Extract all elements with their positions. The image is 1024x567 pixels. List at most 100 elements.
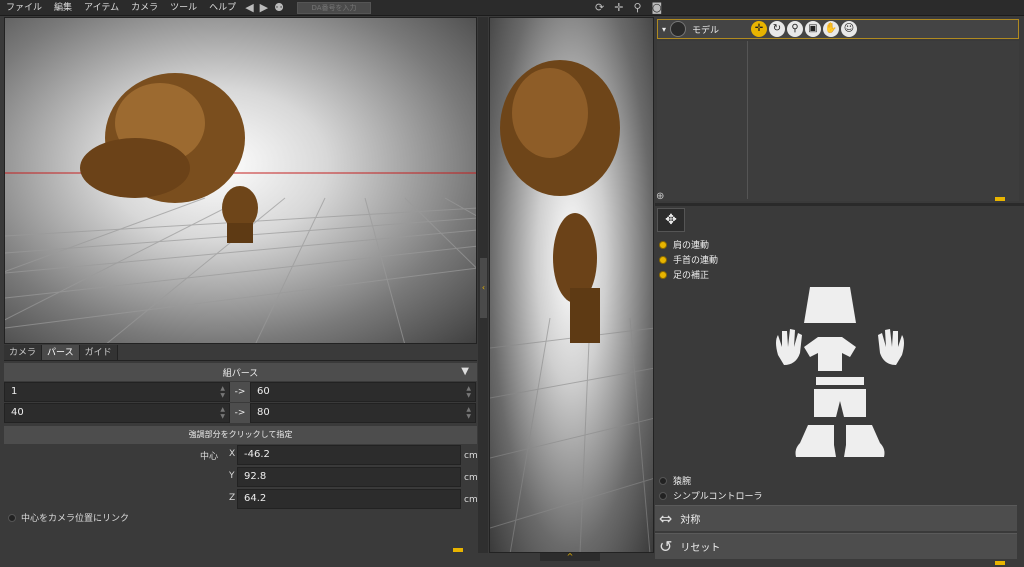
- model-type-icon: [670, 21, 687, 37]
- character-model-center: [500, 60, 620, 343]
- tree-resize-handle[interactable]: [995, 197, 1005, 201]
- wrist-radio[interactable]: [659, 255, 667, 264]
- expand-bottom-button[interactable]: ^: [540, 553, 600, 561]
- simple-controller-radio[interactable]: [659, 491, 667, 500]
- range-arrow: ->: [230, 382, 250, 402]
- menu-item[interactable]: アイテム: [78, 0, 125, 16]
- range-arrow: ->: [230, 403, 250, 423]
- shoulder-radio[interactable]: [659, 240, 667, 249]
- menu-tools[interactable]: ツール: [164, 0, 203, 16]
- perspective-dropdown-label: 組パース: [222, 368, 259, 379]
- coord-row-z: Z 64.2 cm: [4, 489, 478, 510]
- menu-bar: ファイル 編集 アイテム カメラ ツール ヘルプ ◀ ▶ ⚉ ⟳ ✛ ⚲ ◙: [0, 0, 1024, 16]
- pose-tool-icon[interactable]: ▣: [805, 21, 821, 37]
- symmetry-icon: ⇔: [659, 509, 673, 528]
- panel-divider: [655, 203, 1024, 206]
- axis-label-y: Y: [229, 471, 235, 481]
- perspective-dropdown[interactable]: 組パース ▼: [4, 363, 477, 381]
- body-part-selector[interactable]: [770, 285, 910, 475]
- range-from-field[interactable]: 1 ▲ ▼: [4, 382, 230, 402]
- panel-resize-handle[interactable]: [995, 561, 1005, 565]
- viewport-scene: [5, 73, 476, 343]
- camera-icon[interactable]: ◙: [649, 0, 666, 16]
- model-panel: ▾ モデル ✛ ↻ ⚲ ▣ ✋ ☺ ⊕ ✥ 肩の連動 手首の連動 足の補正 猿腕…: [655, 17, 1024, 567]
- range-row-2: 40 ▲ ▼ -> 80 ▲ ▼: [4, 403, 477, 423]
- move-icon[interactable]: ✛: [611, 0, 626, 16]
- link-camera-option[interactable]: 中心をカメラ位置にリンク: [8, 511, 129, 524]
- range-from-field[interactable]: 40 ▲ ▼: [4, 403, 230, 423]
- axis-label-x: X: [229, 449, 236, 459]
- settings-panel: カメラ パース ガイド 組パース ▼ 1 ▲ ▼ -> 60 ▲ ▼ 40 ▲ ▼ -> 8…: [4, 345, 478, 553]
- unit-label: cm: [464, 495, 478, 505]
- panel-resize-handle[interactable]: [453, 548, 463, 552]
- figure-tool-icon[interactable]: ☺: [841, 21, 857, 37]
- perspective-viewport[interactable]: [4, 17, 477, 344]
- center-y-field[interactable]: 92.8: [237, 467, 461, 487]
- range-row-1: 1 ▲ ▼ -> 60 ▲ ▼: [4, 382, 477, 402]
- option-wrist[interactable]: 手首の連動: [659, 252, 718, 267]
- sync-icon[interactable]: ⟳: [592, 0, 607, 16]
- reset-button[interactable]: ↺ リセット: [655, 533, 1017, 559]
- right-shoe-part: [844, 425, 885, 457]
- left-shoe-part: [795, 425, 836, 457]
- rotate-tool-icon[interactable]: ↻: [769, 21, 785, 37]
- option-list: 肩の連動 手首の連動 足の補正: [659, 237, 718, 282]
- bottom-option-list: 猿腕 シンプルコントローラ: [659, 473, 763, 503]
- axis-label-z: Z: [229, 493, 236, 503]
- center-label: 中心: [200, 452, 219, 462]
- range-to-field[interactable]: 60 ▲ ▼: [250, 382, 476, 402]
- tab-bar: カメラ パース ガイド: [4, 345, 477, 361]
- option-monkey-arm[interactable]: 猿腕: [659, 473, 763, 488]
- zoom-tool-icon[interactable]: ⚲: [787, 21, 803, 37]
- move-tool-icon[interactable]: ✛: [751, 21, 767, 37]
- coord-row-y: Y 92.8 cm: [4, 467, 478, 488]
- redo-icon[interactable]: ▶: [257, 0, 271, 16]
- foot-radio[interactable]: [659, 270, 667, 279]
- left-hand-icon: [776, 329, 802, 365]
- monkey-arm-radio[interactable]: [659, 476, 667, 485]
- center-x-field[interactable]: -46.2: [237, 445, 461, 465]
- link-camera-label: 中心をカメラ位置にリンク: [21, 514, 130, 524]
- menu-file[interactable]: ファイル: [0, 0, 48, 16]
- link-camera-radio[interactable]: [8, 513, 16, 522]
- floor-grid-center: [490, 317, 653, 552]
- camera-viewport[interactable]: [489, 17, 654, 553]
- da-number-input[interactable]: [297, 1, 371, 14]
- tab-camera[interactable]: カメラ: [4, 345, 43, 360]
- option-shoulder[interactable]: 肩の連動: [659, 237, 718, 252]
- unit-label: cm: [464, 473, 478, 483]
- center-z-field[interactable]: 64.2: [237, 489, 461, 509]
- model-label: モデル: [692, 25, 720, 36]
- people-icon[interactable]: ⚉: [271, 0, 287, 16]
- tab-guide[interactable]: ガイド: [79, 345, 118, 360]
- shirt-part: [804, 337, 856, 371]
- model-row[interactable]: ▾ モデル ✛ ↻ ⚲ ▣ ✋ ☺: [657, 19, 1019, 39]
- unit-label: cm: [464, 451, 478, 461]
- dropdown-arrow-icon: ▼: [461, 366, 469, 377]
- character-model: [80, 73, 258, 243]
- coord-row-x: 中心 X -46.2 cm: [4, 445, 478, 466]
- model-tree[interactable]: [657, 41, 1019, 201]
- menu-edit[interactable]: 編集: [48, 0, 78, 16]
- option-simple-controller[interactable]: シンプルコントローラ: [659, 488, 763, 503]
- collapse-left-panel-button[interactable]: ‹: [480, 258, 487, 318]
- belt-part: [816, 377, 864, 385]
- symmetry-button[interactable]: ⇔ 対称: [655, 505, 1017, 531]
- range-to-field[interactable]: 80 ▲ ▼: [250, 403, 476, 423]
- click-hint-button[interactable]: 強調部分をクリックして指定: [4, 426, 477, 444]
- menu-help[interactable]: ヘルプ: [203, 0, 242, 16]
- hand-tool-icon[interactable]: ✋: [823, 21, 839, 37]
- viewport-tools: ⟳ ✛ ⚲ ◙: [592, 0, 665, 16]
- tab-perspective[interactable]: パース: [42, 345, 80, 360]
- zoom-icon[interactable]: ⚲: [630, 0, 644, 16]
- expand-arrow-icon[interactable]: ▾: [658, 25, 670, 34]
- controller-icon[interactable]: ✥: [657, 208, 685, 232]
- menu-camera[interactable]: カメラ: [125, 0, 164, 16]
- model-tools: ✛ ↻ ⚲ ▣ ✋ ☺: [751, 21, 857, 37]
- add-icon[interactable]: ⊕: [656, 191, 664, 202]
- undo-icon[interactable]: ◀: [242, 0, 256, 16]
- reset-icon: ↺: [659, 537, 673, 556]
- option-foot[interactable]: 足の補正: [659, 267, 718, 282]
- camera-scene: [490, 60, 653, 552]
- torso-part: [804, 287, 856, 323]
